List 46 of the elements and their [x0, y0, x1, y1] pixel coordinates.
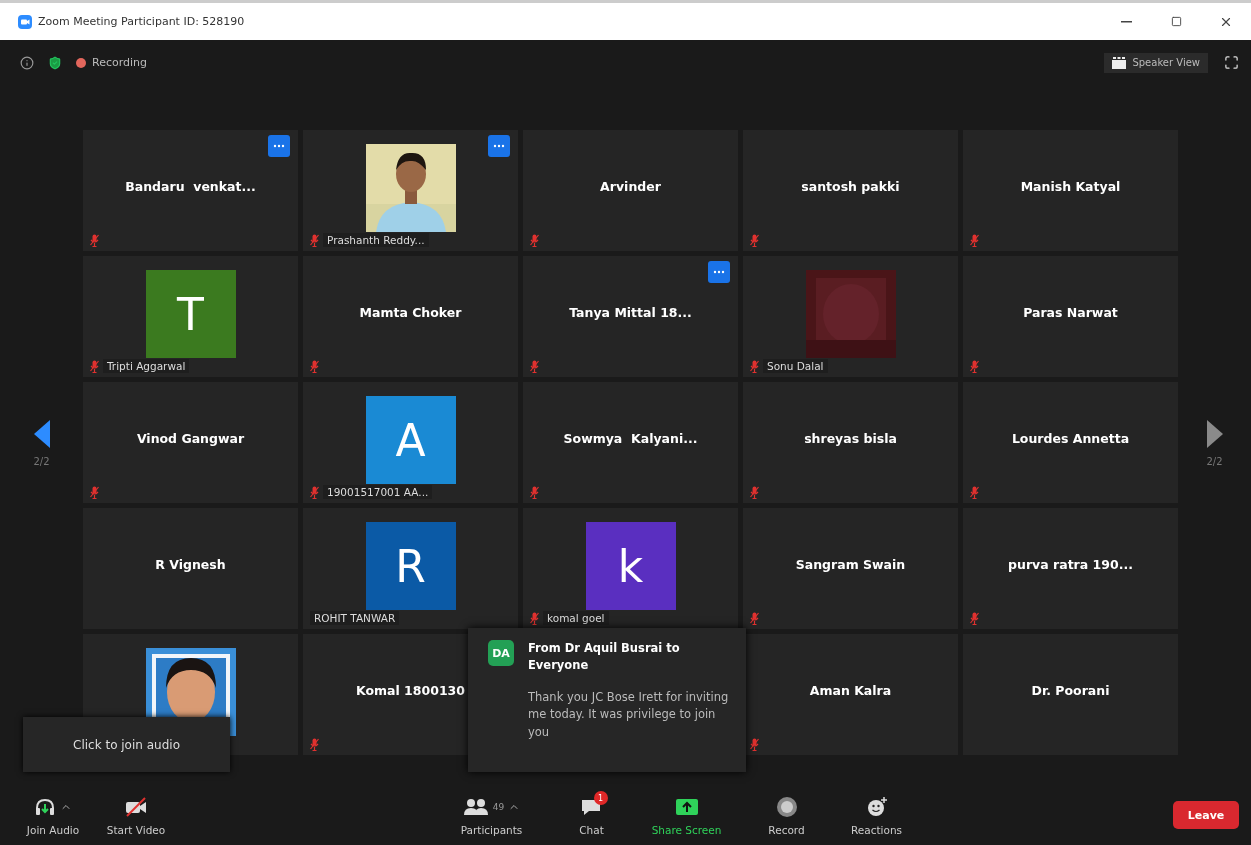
tooltip: Click to join audio	[23, 717, 230, 772]
avatar-initial: k	[585, 522, 676, 610]
participant-name: Mamta Choker	[359, 305, 462, 320]
participant-count: 49	[492, 802, 505, 812]
participant-name: Paras Narwat	[1023, 305, 1118, 320]
previous-page-button[interactable]: 2/2	[33, 420, 50, 467]
participant-name: Komal 1800130	[355, 683, 465, 698]
join-audio-button[interactable]: Join Audio	[14, 794, 92, 836]
participant-name: Bandaru venkat...	[125, 179, 256, 194]
start-video-button[interactable]: Start Video	[92, 794, 180, 836]
participant-name: Lourdes Annetta	[1011, 431, 1130, 446]
unread-badge: 1	[593, 791, 608, 805]
speaker-view-button[interactable]: Speaker View	[1104, 52, 1208, 73]
leave-button[interactable]: Leave	[1173, 801, 1239, 829]
chat-message: Thank you JC Bose Irett for inviting me today. It was privilege to join you	[528, 688, 730, 742]
participant-name: Tripti Aggarwal	[103, 359, 190, 373]
sender-avatar: DA	[488, 640, 514, 666]
avatar-initial: R	[365, 522, 456, 610]
participant-name: shreyas bisla	[804, 431, 897, 446]
participant-name: R Vignesh	[155, 557, 226, 572]
participant-name: Dr. Poorani	[1031, 683, 1110, 698]
participant-name: Arvinder	[600, 179, 661, 194]
participant-name: komal goel	[543, 611, 609, 625]
participant-name: Sowmya Kalyani...	[563, 431, 698, 446]
avatar-initial: A	[365, 396, 456, 484]
participant-name: santosh pakki	[801, 179, 900, 194]
share-button[interactable]: Share Screen	[636, 794, 737, 836]
avatar-initial: T	[145, 270, 236, 358]
participant-name: Tanya Mittal 18...	[569, 305, 692, 320]
participant-name: Aman Kalra	[809, 683, 892, 698]
participants-button[interactable]: 49 Participants	[436, 794, 547, 836]
reactions-button[interactable]: Reactions	[836, 794, 917, 836]
participant-name: 19001517001 AA...	[323, 485, 433, 499]
chat-notification[interactable]: DA From Dr Aquil Busrai to Everyone Thank you JC Bose Irett for inviting me today. It was privilege to join you	[468, 628, 746, 772]
recording-label: Recording	[92, 56, 148, 69]
participant-name: Sangram Swain	[795, 557, 906, 572]
participant-name: Sonu Dalal	[763, 359, 828, 373]
participant-name: Vinod Gangwar	[136, 431, 245, 446]
participant-name: Manish Katyal	[1020, 179, 1121, 194]
chat-sender: From Dr Aquil Busrai to Everyone	[528, 640, 681, 675]
participant-name: Prashanth Reddy...	[323, 233, 429, 247]
participant-name: purva ratra 190...	[1008, 557, 1133, 572]
window-title: Zoom Meeting Participant ID: 528190	[38, 15, 246, 28]
participant-name: ROHIT TANWAR	[310, 611, 400, 625]
record-button[interactable]: Record	[736, 794, 837, 836]
chat-button[interactable]: 1 Chat	[546, 794, 637, 836]
